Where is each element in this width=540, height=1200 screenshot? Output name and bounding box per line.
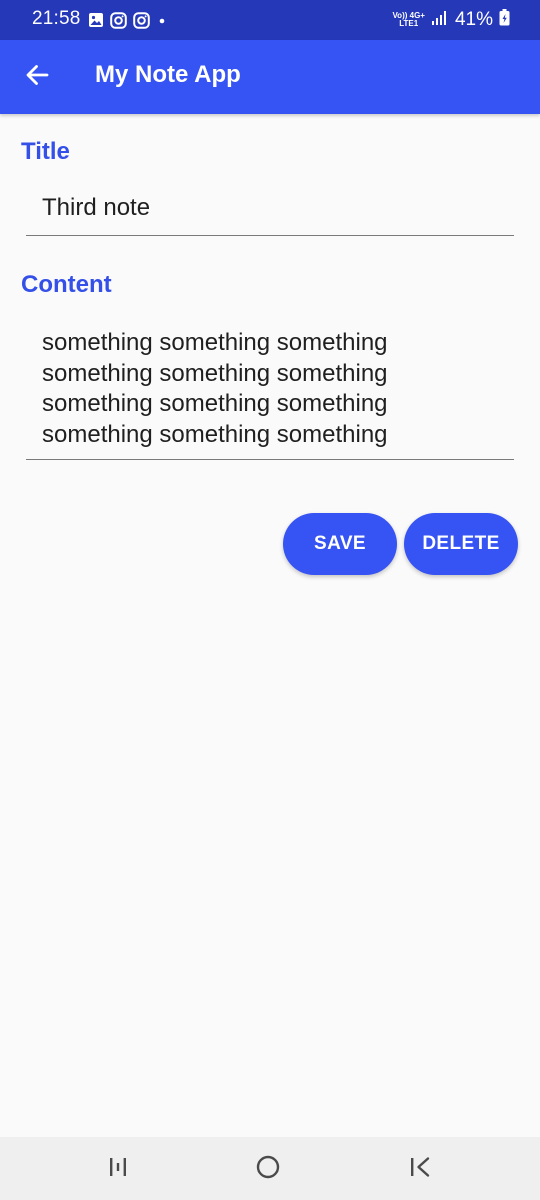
back-icon — [408, 1156, 432, 1183]
recents-icon — [106, 1156, 130, 1183]
status-indicators: Vo)) 4G+ LTE1 41% — [392, 8, 510, 32]
navigation-bar — [0, 1137, 540, 1200]
network-label: Vo)) 4G+ LTE1 — [392, 12, 425, 28]
delete-button[interactable]: DELETE — [404, 513, 518, 575]
notification-icons — [88, 11, 168, 29]
network-type-bottom: LTE1 — [399, 19, 419, 28]
status-time: 21:58 — [32, 8, 81, 29]
app-bar: My Note App — [0, 40, 540, 114]
gallery-icon — [88, 12, 104, 28]
content-input[interactable]: something something something something … — [26, 320, 514, 460]
instagram-icon — [133, 11, 150, 29]
content-label: Content — [21, 271, 112, 298]
system-back-button[interactable] — [403, 1152, 437, 1186]
content-line: something something something — [42, 329, 388, 356]
title-label: Title — [21, 138, 70, 165]
dot-icon — [156, 14, 168, 26]
app-title: My Note App — [95, 61, 241, 88]
home-button[interactable] — [251, 1152, 285, 1186]
arrow-back-icon — [24, 62, 50, 93]
battery-icon — [499, 9, 510, 31]
back-button[interactable] — [14, 54, 60, 100]
content-value: something something something something … — [42, 328, 442, 450]
title-input[interactable]: Third note — [26, 182, 514, 236]
instagram-icon — [110, 11, 127, 29]
battery-percentage: 41% — [454, 9, 493, 30]
signal-icon — [431, 10, 449, 31]
save-button[interactable]: SAVE — [283, 513, 397, 575]
title-value: Third note — [42, 194, 151, 221]
recents-button[interactable] — [101, 1152, 135, 1186]
content-line: something something something — [42, 390, 388, 417]
status-bar: 21:58 Vo)) 4G+ LTE1 41% — [0, 0, 540, 40]
content-line: something something something — [42, 420, 388, 448]
note-editor-screen: 21:58 Vo)) 4G+ LTE1 41% My Note App Titl… — [0, 0, 540, 1200]
content-line: something something something — [42, 359, 388, 387]
home-icon — [255, 1154, 281, 1185]
